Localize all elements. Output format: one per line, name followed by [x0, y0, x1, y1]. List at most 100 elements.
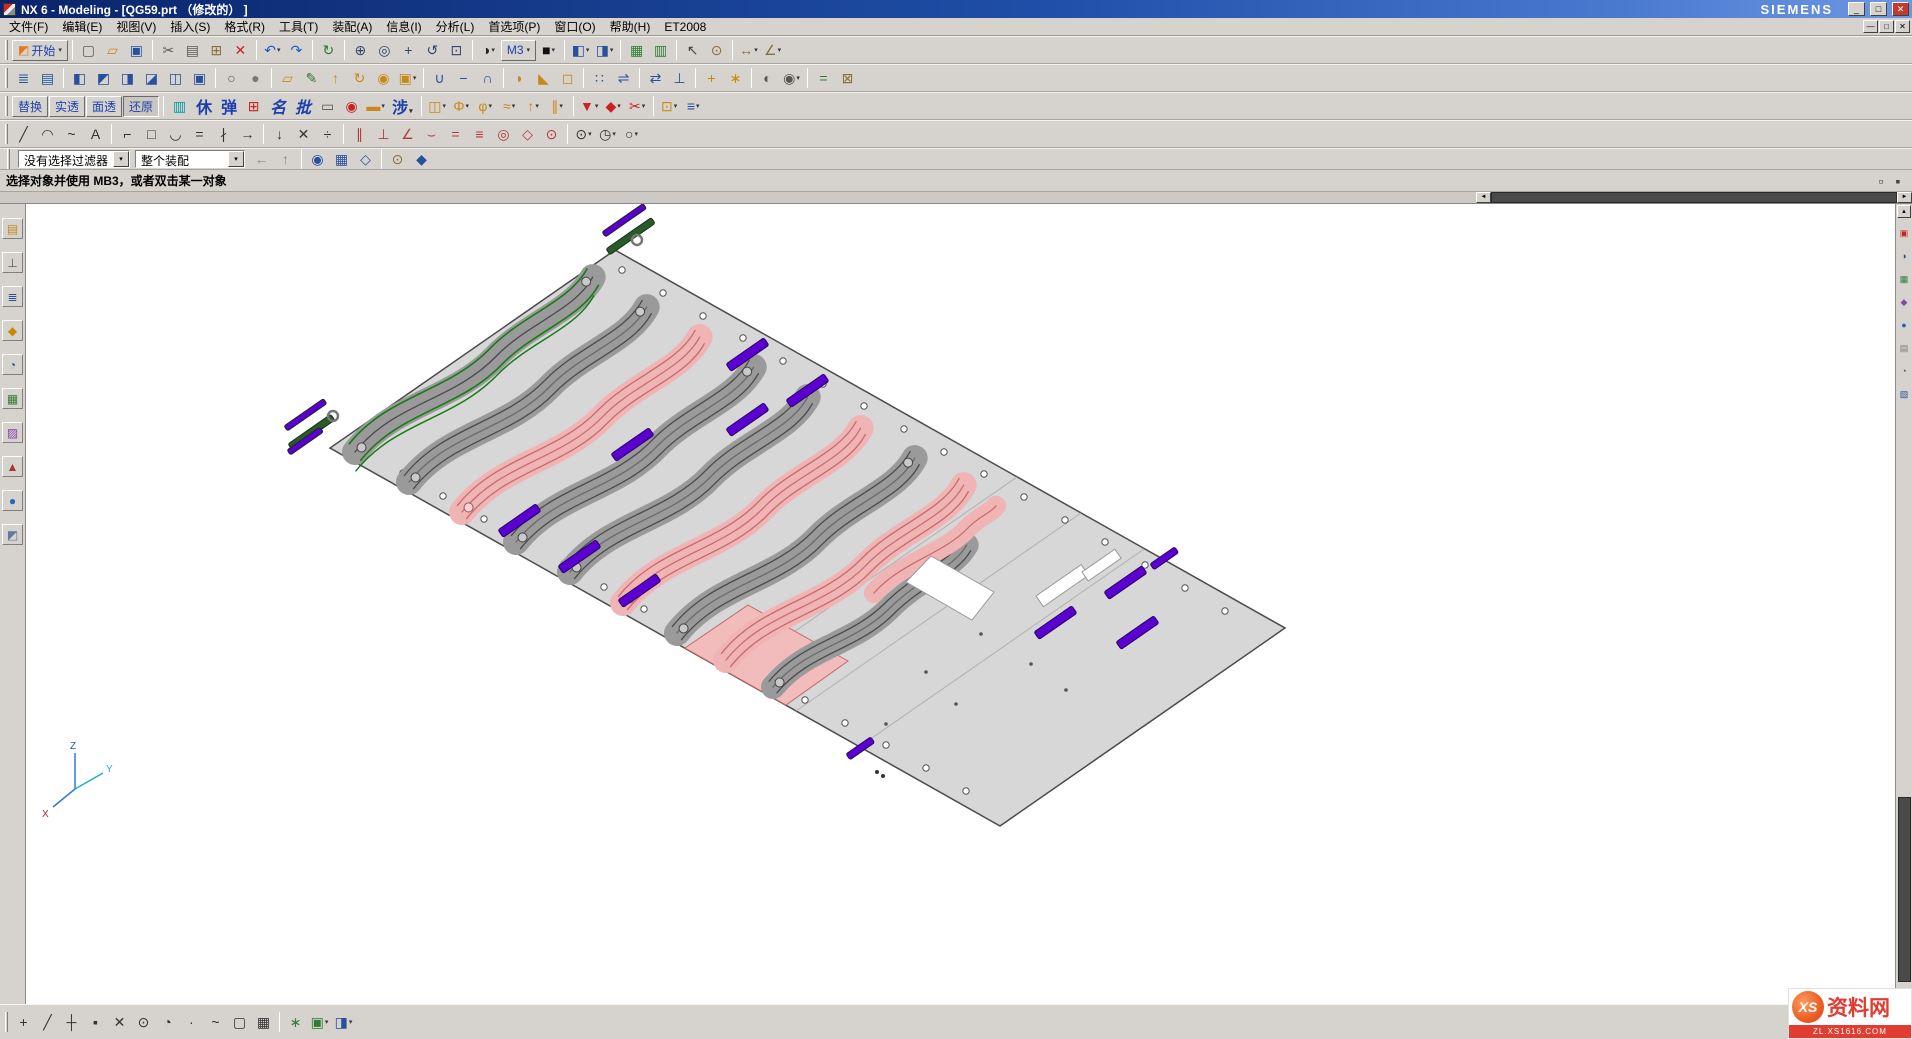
wcs-orient-icon[interactable]: ∗ — [724, 67, 747, 90]
spreadsheet-icon[interactable]: ▦ — [625, 39, 648, 62]
true-shading-tab[interactable]: ◑ — [1897, 249, 1911, 263]
parallel-constraint-icon[interactable]: ∥ — [348, 123, 371, 146]
dropdown-arrow-icon[interactable]: ▾ — [595, 102, 599, 110]
dropdown-arrow-icon[interactable]: ▾ — [612, 130, 616, 138]
tangent-constraint-icon[interactable]: ⌣ — [420, 123, 443, 146]
assembly-constraints-icon[interactable]: ⊥ — [668, 67, 691, 90]
concentric-constraint-icon[interactable]: ◎ — [492, 123, 515, 146]
spring-insert-icon[interactable]: ≈▾ — [498, 95, 521, 118]
midpoint-snap-icon[interactable]: ┼ — [60, 1011, 83, 1034]
face-transparent-button[interactable]: 面透 — [86, 96, 122, 117]
ming-tool-button[interactable]: 名 — [266, 93, 290, 119]
edge-blend-icon[interactable]: ◗ — [508, 67, 531, 90]
sketch-icon[interactable]: ✎ — [300, 67, 323, 90]
shell-icon[interactable]: ◻ — [556, 67, 579, 90]
coincident-constraint-icon[interactable]: ◇ — [516, 123, 539, 146]
angle-dimension-icon[interactable]: ∠ — [396, 123, 419, 146]
dowel-pin-icon[interactable]: φ▾ — [474, 95, 497, 118]
dropdown-arrow-icon[interactable]: ▾ — [778, 46, 782, 54]
dropdown-arrow-icon[interactable]: ▾ — [754, 46, 758, 54]
part-navigator-tab[interactable]: ≣ — [2, 286, 23, 307]
trim-punch-icon[interactable]: ✂▾ — [626, 95, 649, 118]
dropdown-arrow-icon[interactable]: ▾ — [349, 1018, 353, 1026]
die-insert-icon[interactable]: ◆▾ — [602, 95, 625, 118]
point-on-curve-constraint-icon[interactable]: ⊙ — [540, 123, 563, 146]
replace-ref-set-button[interactable]: 替换 — [12, 96, 48, 117]
line-icon[interactable]: ╱ — [12, 123, 35, 146]
palettes-tab[interactable]: ◩ — [2, 524, 23, 545]
work-part-gem-icon[interactable]: ◆ — [410, 148, 433, 171]
rectangle-icon[interactable]: □ — [140, 123, 163, 146]
reuse-library-tab[interactable]: ◆ — [2, 320, 23, 341]
selection-filter-combo[interactable]: 没有选择过滤器 ▾ — [18, 150, 130, 168]
arc-three-point-icon[interactable]: ◷▾ — [596, 123, 619, 146]
bom-list-icon[interactable]: ≡▾ — [682, 95, 705, 118]
wcs-dynamics-icon[interactable]: + — [700, 67, 723, 90]
dropdown-arrow-icon[interactable]: ▾ — [465, 102, 469, 110]
arc-center-snap-icon[interactable]: ⊙ — [132, 1011, 155, 1034]
hscroll-left-arrow-icon[interactable]: ◄ — [1476, 192, 1491, 203]
block-icon[interactable]: ▣▾ — [396, 67, 419, 90]
menu-file[interactable]: 文件(F) — [2, 19, 55, 35]
view-trimetric-icon[interactable]: ◫ — [164, 67, 187, 90]
graphics-window[interactable]: Z Y X — [26, 204, 1895, 1004]
history-palette-tab[interactable]: ◔ — [2, 354, 23, 375]
point-constructor-icon[interactable]: ∗ — [284, 1011, 307, 1034]
datum-plane-icon[interactable]: ▱ — [276, 67, 299, 90]
blank-nesting-icon[interactable]: ▭ — [316, 95, 339, 118]
offset-curve-icon[interactable]: = — [188, 123, 211, 146]
lasso-select-icon[interactable]: ◇ — [354, 148, 377, 171]
trim-curve-icon[interactable]: ∤ — [212, 123, 235, 146]
toolbar-grip[interactable] — [5, 68, 8, 88]
point-on-curve-snap-icon[interactable]: ~ — [204, 1011, 227, 1034]
start-menu-button[interactable]: ◩开始▾ — [12, 40, 68, 61]
hole-table-icon[interactable]: ⊡▾ — [658, 95, 681, 118]
materials-tab[interactable]: ▨ — [2, 422, 23, 443]
toolbar-grip[interactable] — [5, 40, 8, 60]
minimize-button[interactable]: _ — [1848, 2, 1865, 16]
dropdown-arrow-icon[interactable]: ▾ — [381, 102, 385, 110]
toolbar-grip[interactable] — [7, 149, 10, 169]
menu-window[interactable]: 窗口(O) — [547, 19, 602, 35]
view-fit-icon[interactable]: ▣ — [188, 67, 211, 90]
roles-tab[interactable]: ● — [2, 490, 23, 511]
solid-transparent-button[interactable]: 实透 — [49, 96, 85, 117]
view-isometric-icon[interactable]: ◪ — [140, 67, 163, 90]
shaded-display-icon[interactable]: ● — [244, 67, 267, 90]
pi-tool-button[interactable]: 批 — [291, 93, 315, 119]
child-minimize-button[interactable]: — — [1863, 20, 1878, 33]
divide-curve-icon[interactable]: ÷ — [316, 123, 339, 146]
lifter-design-icon[interactable]: ↑▾ — [522, 95, 545, 118]
move-component-icon[interactable]: ⇄ — [644, 67, 667, 90]
collinear-constraint-icon[interactable]: ≡ — [468, 123, 491, 146]
shaded-style-icon[interactable]: ◑▾ — [477, 39, 500, 62]
control-point-snap-icon[interactable]: ▪ — [84, 1011, 107, 1034]
restore-display-button[interactable]: 还原 — [123, 96, 159, 117]
constraint-navigator-tab[interactable]: ⊥ — [2, 252, 23, 273]
view-right-icon[interactable]: ◨ — [116, 67, 139, 90]
refresh-view-icon[interactable]: ↻ — [317, 39, 340, 62]
menu-format[interactable]: 格式(R) — [217, 19, 272, 35]
dropdown-arrow-icon[interactable]: ▾ — [527, 46, 531, 54]
layer-settings-icon[interactable]: ≣ — [12, 67, 35, 90]
background-color-icon[interactable]: ■▾ — [537, 39, 560, 62]
orient-view-icon[interactable]: ◧▾ — [569, 39, 592, 62]
point-on-face-snap-icon[interactable]: ▢ — [228, 1011, 251, 1034]
edit-object-display-icon[interactable]: ◐ — [756, 67, 779, 90]
measure-distance-icon[interactable]: ↔▾ — [737, 39, 760, 62]
equal-length-icon[interactable]: = — [444, 123, 467, 146]
snap-enable-icon[interactable]: + — [12, 1011, 35, 1034]
xiu-tool-button[interactable]: 休 — [192, 93, 216, 119]
dropdown-arrow-icon[interactable]: ▾ — [586, 46, 590, 54]
dropdown-arrow-icon[interactable]: ▾ — [588, 130, 592, 138]
fillet-curve-icon[interactable]: ◡ — [164, 123, 187, 146]
dropdown-arrow-icon[interactable]: ▾ — [674, 102, 678, 110]
intersect-icon[interactable]: ∩ — [476, 67, 499, 90]
intersection-curve-icon[interactable]: ✕ — [292, 123, 315, 146]
revolve-icon[interactable]: ↻ — [348, 67, 371, 90]
hscroll-thumb[interactable] — [1491, 192, 1897, 203]
section-view-icon[interactable]: ◨▾ — [593, 39, 616, 62]
pattern-feature-icon[interactable]: ∷ — [588, 67, 611, 90]
zoom-in-out-icon[interactable]: ⊕ — [349, 39, 372, 62]
snap-settings-icon[interactable]: ▣▾ — [308, 1011, 331, 1034]
